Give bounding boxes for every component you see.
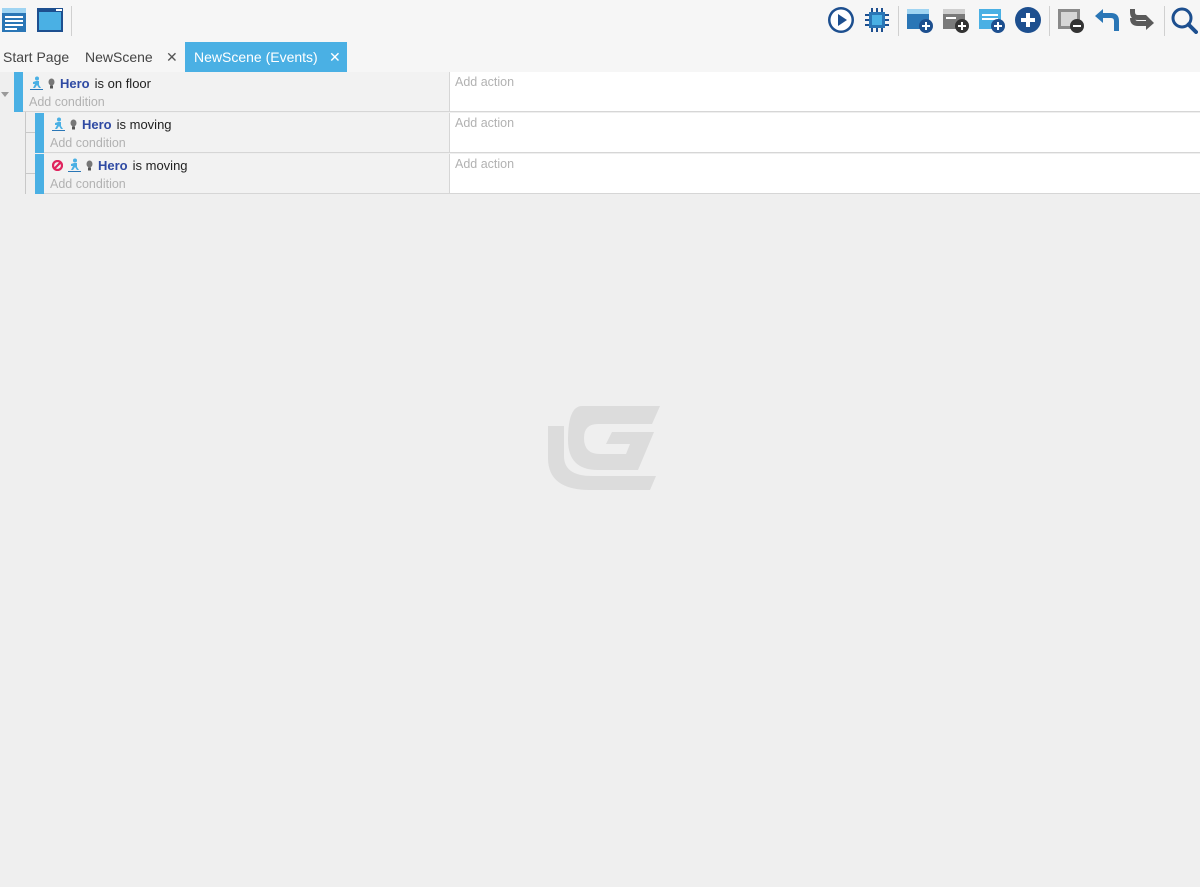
debugger-chip-icon[interactable]: [863, 6, 891, 34]
behavior-bulb-icon: [48, 78, 55, 88]
tree-connector: [25, 112, 26, 194]
invert-condition-icon: [52, 159, 63, 171]
actions-column[interactable]: Add action: [449, 113, 1200, 153]
platformer-character-icon: [52, 117, 65, 131]
condition[interactable]: Hero is moving: [52, 157, 188, 173]
close-icon[interactable]: ✕: [166, 42, 178, 72]
undo-icon[interactable]: [1093, 6, 1121, 34]
condition-object-name[interactable]: Hero: [82, 117, 112, 132]
event-row[interactable]: Hero is on floor Add condition Add actio…: [14, 72, 1200, 112]
conditions-column[interactable]: Hero is moving Add condition: [44, 113, 449, 153]
platformer-character-icon: [30, 76, 43, 90]
scene-editor-icon[interactable]: [36, 6, 64, 34]
tab-newscene-events[interactable]: NewScene (Events) ✕: [185, 42, 347, 72]
toolbar-separator: [1049, 6, 1050, 36]
condition-object-name[interactable]: Hero: [98, 158, 128, 173]
toolbar: [0, 0, 1200, 42]
redo-icon[interactable]: [1128, 6, 1156, 34]
condition-text[interactable]: is moving: [117, 117, 172, 132]
tab-bar: Start Page NewScene ✕ NewScene (Events) …: [0, 42, 1200, 72]
condition-text[interactable]: is moving: [133, 158, 188, 173]
behavior-bulb-icon: [70, 119, 77, 129]
tree-connector: [25, 132, 35, 133]
add-action-button[interactable]: Add action: [455, 75, 514, 89]
condition-text[interactable]: is on floor: [95, 76, 151, 91]
add-action-button[interactable]: Add action: [455, 157, 514, 171]
behavior-bulb-icon: [86, 160, 93, 170]
search-icon[interactable]: [1170, 6, 1198, 34]
add-condition-button[interactable]: Add condition: [50, 177, 126, 191]
add-other-icon[interactable]: [1014, 6, 1042, 34]
tree-connector: [25, 173, 35, 174]
toolbar-separator: [71, 6, 72, 36]
actions-column[interactable]: Add action: [449, 154, 1200, 194]
event-handle[interactable]: [35, 113, 44, 153]
add-comment-icon[interactable]: [978, 6, 1006, 34]
events-sheet: Hero is on floor Add condition Add actio…: [0, 72, 1200, 194]
close-icon[interactable]: ✕: [329, 42, 341, 72]
toolbar-separator: [1164, 6, 1165, 36]
toolbar-separator: [898, 6, 899, 36]
delete-event-icon[interactable]: [1057, 6, 1085, 34]
add-condition-button[interactable]: Add condition: [29, 95, 105, 109]
add-event-icon[interactable]: [906, 6, 934, 34]
event-sheet-list-icon[interactable]: [1, 6, 29, 34]
conditions-column[interactable]: Hero is moving Add condition: [44, 154, 449, 194]
sub-event-row[interactable]: Hero is moving Add condition Add action: [35, 113, 1200, 153]
condition[interactable]: Hero is on floor: [30, 75, 151, 91]
add-action-button[interactable]: Add action: [455, 116, 514, 130]
sub-event-row[interactable]: Hero is moving Add condition Add action: [35, 154, 1200, 194]
play-preview-icon[interactable]: [827, 6, 855, 34]
tab-start-page[interactable]: Start Page: [0, 42, 76, 72]
tab-label: Start Page: [3, 49, 70, 65]
gdevelop-logo: [548, 406, 660, 490]
platformer-character-icon: [68, 158, 81, 172]
add-condition-button[interactable]: Add condition: [50, 136, 126, 150]
tab-label: NewScene: [85, 49, 153, 65]
collapse-icon[interactable]: [0, 90, 10, 98]
tab-label: NewScene (Events): [194, 49, 318, 65]
tab-newscene[interactable]: NewScene ✕: [76, 42, 184, 72]
conditions-column[interactable]: Hero is on floor Add condition: [23, 72, 449, 112]
event-handle[interactable]: [35, 154, 44, 194]
condition-object-name[interactable]: Hero: [60, 76, 90, 91]
add-sub-event-icon[interactable]: [942, 6, 970, 34]
event-handle[interactable]: [14, 72, 23, 112]
actions-column[interactable]: Add action: [449, 72, 1200, 112]
condition[interactable]: Hero is moving: [52, 116, 172, 132]
